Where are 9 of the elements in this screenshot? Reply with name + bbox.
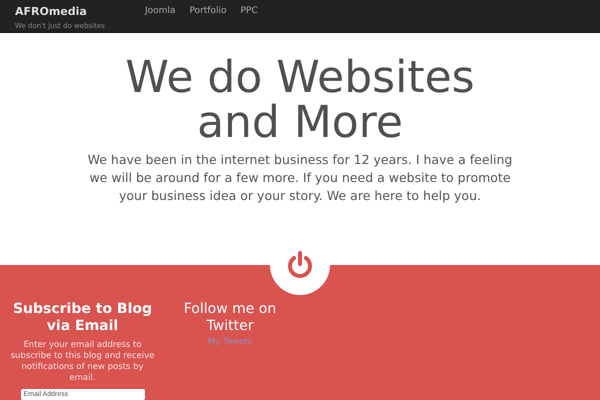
subscribe-heading: Subscribe to Blog via Email — [12, 301, 154, 335]
subscribe-text: Enter your email address to subscribe to this blog and receive notifications of new posts by email. — [10, 340, 155, 384]
brand-name[interactable]: AFROmedia — [15, 5, 87, 18]
hero-title: We do Websites and More — [125, 55, 475, 145]
nav-link[interactable]: Joomla — [145, 6, 176, 16]
nav-link[interactable]: PPC — [240, 6, 258, 16]
nav-link[interactable]: Portfolio — [189, 6, 226, 16]
hero-text: We have been in the internet business for 12 years. I have a feeling we will be around for a few more. If you need a website to promote your business idea or your story. We are here to help you. — [86, 151, 514, 205]
twitter-heading: Follow me on Twitter — [182, 301, 278, 335]
